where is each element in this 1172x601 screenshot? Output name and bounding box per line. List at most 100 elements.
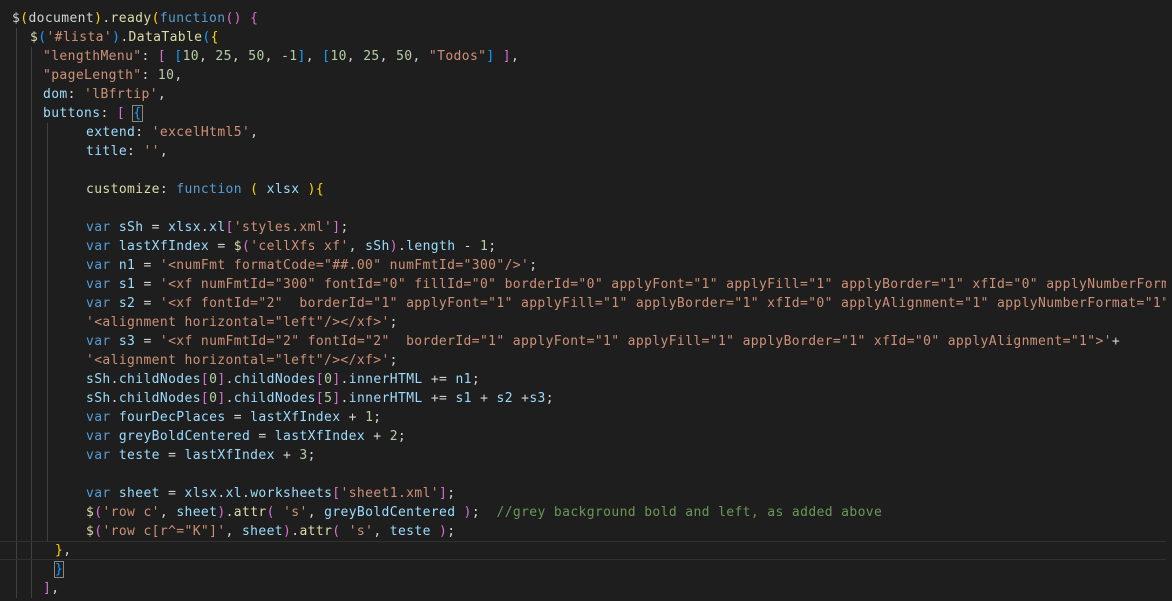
code-line[interactable]: $('row c[r^="K"]', sheet).attr( 's', tes… <box>0 522 1166 541</box>
token-fn: $ <box>30 30 39 45</box>
indent-guide <box>16 332 17 351</box>
token-kw: var <box>86 220 111 235</box>
code-line[interactable]: "lengthMenu": [ [10, 25, 50, -1], [10, 2… <box>0 47 1166 66</box>
token-p: : <box>67 87 85 102</box>
indent-guide <box>31 104 32 123</box>
token-kw: var <box>86 239 111 254</box>
indent-guide <box>47 484 48 503</box>
token-b2: [ <box>116 106 126 121</box>
indent-guide <box>16 123 17 142</box>
indent-guide <box>16 503 17 522</box>
indent-guide <box>47 332 48 351</box>
token-var: greyBoldCentered <box>118 429 251 444</box>
code-line[interactable] <box>0 465 1166 484</box>
token-b3: ] <box>486 49 495 64</box>
token-str: '<numFmt formatCode="##.00" numFmtId="30… <box>159 258 530 273</box>
token-fn: attr <box>233 505 267 520</box>
indent-guide <box>16 47 17 66</box>
code-line[interactable]: var s1 = '<xf numFmtId="300" fontId="0" … <box>0 275 1166 294</box>
code-text: '<alignment horizontal="left"/></xf>'; <box>86 351 398 370</box>
code-line[interactable]: "pageLength": 10, <box>0 66 1166 85</box>
code-line[interactable]: '<alignment horizontal="left"/></xf>'; <box>0 313 1166 332</box>
token-b2: ) <box>463 505 472 520</box>
token-p: . <box>217 486 226 501</box>
token-var: s2 <box>496 391 513 406</box>
code-line[interactable]: var greyBoldCentered = lastXfIndex + 2; <box>0 427 1166 446</box>
indent-guide <box>16 389 17 408</box>
code-line[interactable]: buttons: [ { <box>0 104 1166 123</box>
indent-guide <box>31 294 32 313</box>
token-str: "lengthMenu" <box>43 49 142 64</box>
code-editor[interactable]: $(document).ready(function() {$('#lista'… <box>0 0 1172 601</box>
token-var: sheet <box>241 524 284 539</box>
code-line[interactable] <box>0 199 1166 218</box>
token-b2: [ <box>315 372 325 387</box>
code-line[interactable]: var teste = lastXfIndex + 3; <box>0 446 1166 465</box>
code-line[interactable]: } <box>0 560 1166 579</box>
token-p: . <box>397 239 407 254</box>
code-line[interactable]: $('#lista').DataTable({ <box>0 28 1166 47</box>
token-b1: ) <box>307 182 316 197</box>
token-b2: ) <box>217 505 226 520</box>
code-line[interactable]: extend: 'excelHtml5', <box>0 123 1166 142</box>
indent-guide <box>47 123 48 142</box>
token-var: s3 <box>529 391 546 406</box>
code-line[interactable]: ], <box>0 579 1166 598</box>
code-line[interactable]: var sheet = xlsx.xl.worksheets['sheet1.x… <box>0 484 1166 503</box>
token-p: . <box>110 391 119 406</box>
code-line[interactable]: $(document).ready(function() { <box>0 9 1166 28</box>
token-p: , <box>159 144 169 159</box>
code-line[interactable]: '<alignment horizontal="left"/></xf>'; <box>0 351 1166 370</box>
token-kw: var <box>86 410 111 425</box>
code-line[interactable]: customize: function ( xlsx ){ <box>0 180 1166 199</box>
code-line[interactable]: title: '', <box>0 142 1166 161</box>
code-text: $(document).ready(function() { <box>12 9 258 28</box>
token-p: = <box>135 334 160 349</box>
token-p: , <box>198 49 216 64</box>
token-p: , <box>307 505 325 520</box>
code-line[interactable]: var fourDecPlaces = lastXfIndex + 1; <box>0 408 1166 427</box>
token-num: 3 <box>299 448 308 463</box>
indent-guide <box>16 66 17 85</box>
code-line[interactable]: var sSh = xlsx.xl['styles.xml']; <box>0 218 1166 237</box>
indent-guide <box>31 66 32 85</box>
token-p: = <box>209 239 234 254</box>
indent-guide <box>47 218 48 237</box>
token-kw: var <box>86 448 111 463</box>
token-b2: ] <box>217 372 226 387</box>
token-p: += <box>422 372 456 387</box>
token-p <box>111 258 119 273</box>
indent-guide <box>16 370 17 389</box>
code-line[interactable] <box>0 161 1166 180</box>
token-str: 's' <box>348 524 374 539</box>
code-line[interactable]: var lastXfIndex = $('cellXfs xf', sSh).l… <box>0 237 1166 256</box>
indent-guide <box>16 104 17 123</box>
code-text: sSh.childNodes[0].childNodes[0].innerHTM… <box>86 370 480 389</box>
code-line[interactable]: sSh.childNodes[0].childNodes[0].innerHTM… <box>0 370 1166 389</box>
token-p <box>111 296 119 311</box>
token-p <box>242 11 250 26</box>
indent-guide <box>31 408 32 427</box>
token-b2: ] <box>438 486 448 501</box>
token-var: length <box>406 239 456 254</box>
token-var: sheet <box>118 486 160 501</box>
code-line[interactable]: var s3 = '<xf numFmtId="2" fontId="2" bo… <box>0 332 1166 351</box>
indent-guide <box>16 161 17 180</box>
token-p: , <box>51 581 60 596</box>
token-var: xl <box>209 220 226 235</box>
token-b2: ] <box>217 391 226 406</box>
token-b2: ( <box>332 524 341 539</box>
code-line[interactable]: var s2 = '<xf fontId="2" borderId="1" ap… <box>0 294 1166 313</box>
code-line[interactable]: dom: 'lBfrtip', <box>0 85 1166 104</box>
code-line[interactable]: var n1 = '<numFmt formatCode="##.00" num… <box>0 256 1166 275</box>
token-p: = <box>159 486 185 501</box>
code-line[interactable]: $('row c', sheet).attr( 's', greyBoldCen… <box>0 503 1166 522</box>
token-p: ; <box>389 353 398 368</box>
token-p <box>455 505 463 520</box>
code-line[interactable]: }, <box>0 541 1166 560</box>
indent-guide <box>16 560 17 579</box>
code-line[interactable]: sSh.childNodes[0].childNodes[5].innerHTM… <box>0 389 1166 408</box>
indent-guide <box>31 123 32 142</box>
indent-guide <box>47 408 48 427</box>
indent-guide <box>16 408 17 427</box>
